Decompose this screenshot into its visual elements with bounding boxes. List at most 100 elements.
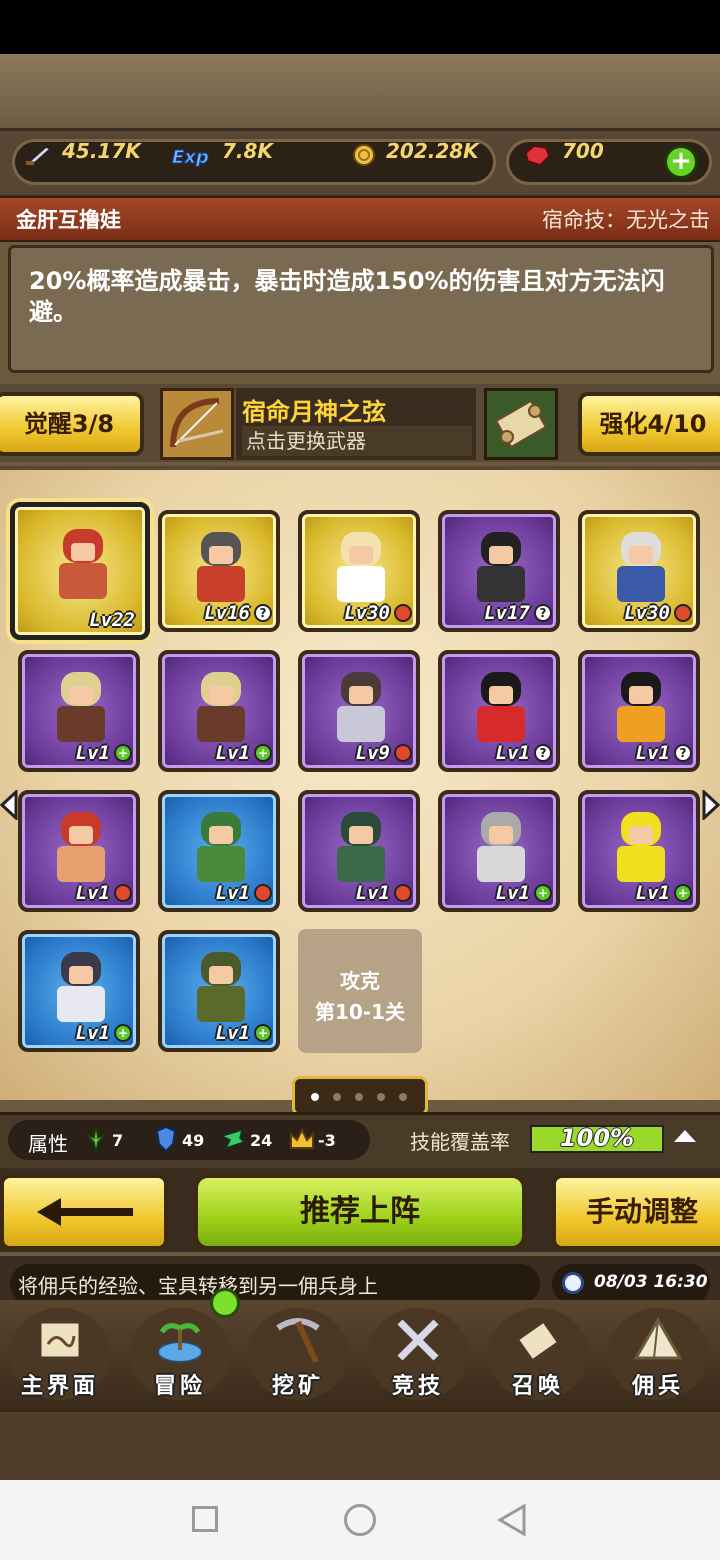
expand-arrow-icon[interactable] <box>674 1130 696 1142</box>
exp-value: 7.8K <box>222 139 273 163</box>
top-background <box>0 54 720 132</box>
hero-face <box>349 686 373 704</box>
hero-portrait <box>333 812 389 884</box>
crown-icon <box>290 1127 314 1149</box>
hero-body <box>197 986 245 1022</box>
hero-face <box>69 966 93 984</box>
gem-icon <box>525 145 550 166</box>
hero-level: Lv30 <box>624 602 670 624</box>
hero-card[interactable]: Lv1 + <box>158 930 280 1052</box>
back-button[interactable] <box>0 1174 168 1250</box>
upgrade-badge-icon: + <box>254 1024 272 1042</box>
skill-coverage-label: 技能覆盖率 <box>410 1130 510 1154</box>
hero-card[interactable]: Lv30 <box>578 510 700 632</box>
nav-mining[interactable]: 挖矿 <box>242 1302 354 1406</box>
hero-card[interactable]: Lv1 + <box>438 790 560 912</box>
map-scroll-icon <box>38 1320 82 1360</box>
hero-level: Lv1 <box>75 742 110 764</box>
hero-face <box>69 826 93 844</box>
hero-card[interactable]: Lv17? <box>438 510 560 632</box>
page-left-arrow[interactable] <box>0 790 18 820</box>
awaken-button[interactable]: 觉醒3/8 <box>0 392 144 456</box>
hero-face <box>69 686 93 704</box>
hero-body <box>197 566 245 602</box>
stage-line-1: 攻克 <box>340 969 380 993</box>
hero-card[interactable]: Lv16? <box>158 510 280 632</box>
hero-card[interactable]: Lv1 <box>18 790 140 912</box>
page-dot <box>355 1093 363 1101</box>
hero-level: Lv22 <box>89 609 135 631</box>
sword-icon <box>26 146 52 166</box>
hero-card[interactable]: Lv9 <box>298 650 420 772</box>
nav-adventure[interactable]: 冒险 <box>124 1302 236 1406</box>
manual-adjust-button[interactable]: 手动调整 <box>552 1174 720 1250</box>
back-triangle-button[interactable] <box>496 1502 528 1538</box>
hero-face <box>71 543 95 561</box>
upgrade-badge-icon: + <box>254 744 272 762</box>
hero-level: Lv17 <box>484 602 530 624</box>
hero-face <box>629 546 653 564</box>
tent-icon <box>633 1317 683 1360</box>
recommend-lineup-button[interactable]: 推荐上阵 <box>194 1174 526 1250</box>
hero-level: Lv1 <box>75 882 110 904</box>
hero-card[interactable]: Lv1 <box>298 790 420 912</box>
attribute-label: 属性 <box>28 1132 68 1156</box>
attack-value: 45.17K <box>62 139 141 163</box>
hero-body <box>59 563 107 599</box>
hero-face <box>209 826 233 844</box>
enhance-button[interactable]: 强化4/10 <box>578 392 720 456</box>
recent-apps-button[interactable] <box>192 1506 218 1532</box>
hero-face <box>489 826 513 844</box>
hero-portrait <box>55 529 111 601</box>
page-dot <box>399 1093 407 1101</box>
fate-skill-label: 宿命技：无光之击 <box>542 208 710 232</box>
bottom-background <box>0 1412 720 1480</box>
page-right-arrow[interactable] <box>702 790 720 820</box>
info-badge-icon: ? <box>534 744 552 762</box>
hero-level: Lv1 <box>495 882 530 904</box>
hero-card[interactable]: Lv30 <box>298 510 420 632</box>
hero-face <box>629 686 653 704</box>
home-button[interactable] <box>344 1504 376 1536</box>
island-icon <box>157 1323 203 1363</box>
nav-summon[interactable]: 召唤 <box>482 1302 594 1406</box>
hero-bar: 金肝互撸娃 宿命技：无光之击 <box>0 196 720 242</box>
nav-home[interactable]: 主界面 <box>4 1302 116 1406</box>
attr-value-2: 49 <box>182 1131 205 1150</box>
change-weapon-hint[interactable]: 点击更换武器 <box>242 426 472 456</box>
summon-scroll-icon <box>515 1319 561 1363</box>
attr-value-4: -3 <box>318 1131 336 1150</box>
hero-face <box>209 686 233 704</box>
hero-level: Lv1 <box>75 1022 110 1044</box>
hero-card[interactable]: Lv1? <box>578 650 700 772</box>
hero-card[interactable]: Lv1 + <box>158 650 280 772</box>
scroll-icon[interactable] <box>484 388 558 460</box>
hero-card[interactable]: Lv1 + <box>18 930 140 1052</box>
svg-text:Exp: Exp <box>172 147 209 167</box>
nav-label-summon: 召唤 <box>511 1374 564 1399</box>
hero-body <box>337 706 385 742</box>
hero-level: Lv30 <box>344 602 390 624</box>
hero-portrait <box>333 532 389 604</box>
weapon-name: 宿命月神之弦 <box>242 398 386 426</box>
bow-weapon-icon[interactable] <box>160 388 234 460</box>
add-gems-button[interactable]: + <box>664 145 698 179</box>
hero-card[interactable]: Lv1? <box>438 650 560 772</box>
system-nav-bar <box>0 1480 720 1560</box>
page-dot-active <box>311 1093 319 1101</box>
page-dot <box>333 1093 341 1101</box>
nav-label-mercenary: 佣兵 <box>631 1374 684 1399</box>
hero-card[interactable]: Lv1 + <box>578 790 700 912</box>
hero-card[interactable]: Lv1 <box>158 790 280 912</box>
hero-card[interactable]: Lv22 <box>10 502 150 640</box>
nav-mercenary[interactable]: 佣兵 <box>602 1302 714 1406</box>
hero-portrait <box>53 672 109 744</box>
attr-value-1: 7 <box>112 1131 124 1150</box>
nav-arena[interactable]: 竞技 <box>362 1302 474 1406</box>
nav-label-home: 主界面 <box>20 1374 99 1399</box>
hero-body <box>477 846 525 882</box>
agility-icon <box>85 1125 107 1153</box>
hero-card[interactable]: Lv1 + <box>18 650 140 772</box>
hero-level: Lv9 <box>355 742 390 764</box>
hero-portrait <box>473 812 529 884</box>
